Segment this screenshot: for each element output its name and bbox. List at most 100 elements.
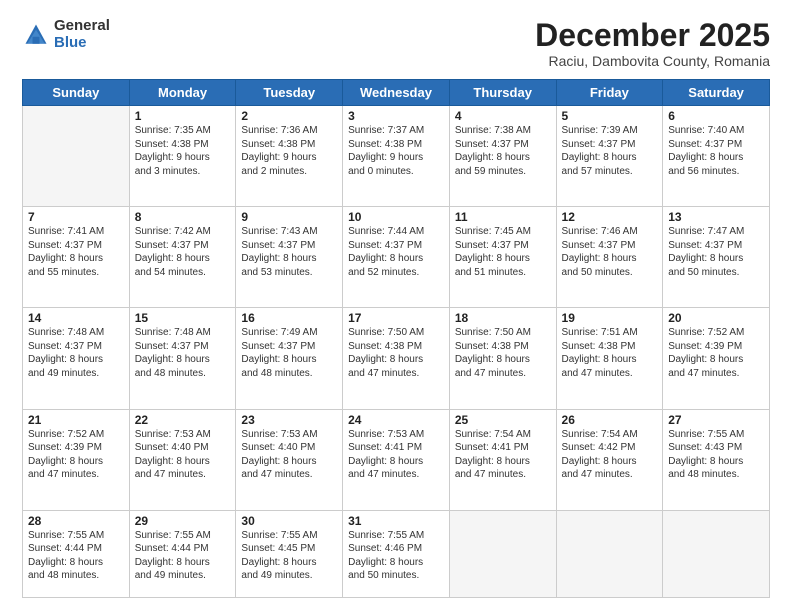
- day-cell: 22Sunrise: 7:53 AM Sunset: 4:40 PM Dayli…: [129, 409, 236, 510]
- day-number: 7: [28, 210, 124, 224]
- day-number: 4: [455, 109, 551, 123]
- page: General Blue December 2025 Raciu, Dambov…: [0, 0, 792, 612]
- day-cell: 25Sunrise: 7:54 AM Sunset: 4:41 PM Dayli…: [449, 409, 556, 510]
- day-info: Sunrise: 7:39 AM Sunset: 4:37 PM Dayligh…: [562, 124, 658, 178]
- day-info: Sunrise: 7:50 AM Sunset: 4:38 PM Dayligh…: [455, 326, 551, 380]
- day-number: 17: [348, 311, 444, 325]
- empty-cell: [23, 106, 130, 207]
- day-info: Sunrise: 7:55 AM Sunset: 4:43 PM Dayligh…: [668, 428, 764, 482]
- logo-text: General Blue: [54, 18, 110, 51]
- day-cell: 2Sunrise: 7:36 AM Sunset: 4:38 PM Daylig…: [236, 106, 343, 207]
- day-header: Monday: [129, 80, 236, 106]
- day-cell: 18Sunrise: 7:50 AM Sunset: 4:38 PM Dayli…: [449, 308, 556, 409]
- day-number: 25: [455, 413, 551, 427]
- day-cell: 12Sunrise: 7:46 AM Sunset: 4:37 PM Dayli…: [556, 207, 663, 308]
- day-cell: 29Sunrise: 7:55 AM Sunset: 4:44 PM Dayli…: [129, 510, 236, 597]
- week-row: 1Sunrise: 7:35 AM Sunset: 4:38 PM Daylig…: [23, 106, 770, 207]
- day-header: Wednesday: [343, 80, 450, 106]
- day-number: 13: [668, 210, 764, 224]
- day-cell: 28Sunrise: 7:55 AM Sunset: 4:44 PM Dayli…: [23, 510, 130, 597]
- day-number: 26: [562, 413, 658, 427]
- day-info: Sunrise: 7:52 AM Sunset: 4:39 PM Dayligh…: [28, 428, 124, 482]
- day-info: Sunrise: 7:49 AM Sunset: 4:37 PM Dayligh…: [241, 326, 337, 380]
- day-info: Sunrise: 7:48 AM Sunset: 4:37 PM Dayligh…: [135, 326, 231, 380]
- day-info: Sunrise: 7:42 AM Sunset: 4:37 PM Dayligh…: [135, 225, 231, 279]
- day-number: 23: [241, 413, 337, 427]
- day-info: Sunrise: 7:51 AM Sunset: 4:38 PM Dayligh…: [562, 326, 658, 380]
- day-info: Sunrise: 7:52 AM Sunset: 4:39 PM Dayligh…: [668, 326, 764, 380]
- calendar: SundayMondayTuesdayWednesdayThursdayFrid…: [22, 79, 770, 598]
- day-header: Friday: [556, 80, 663, 106]
- logo-icon: [22, 21, 50, 49]
- day-info: Sunrise: 7:46 AM Sunset: 4:37 PM Dayligh…: [562, 225, 658, 279]
- day-cell: 3Sunrise: 7:37 AM Sunset: 4:38 PM Daylig…: [343, 106, 450, 207]
- day-number: 20: [668, 311, 764, 325]
- day-cell: 8Sunrise: 7:42 AM Sunset: 4:37 PM Daylig…: [129, 207, 236, 308]
- week-row: 14Sunrise: 7:48 AM Sunset: 4:37 PM Dayli…: [23, 308, 770, 409]
- day-cell: 20Sunrise: 7:52 AM Sunset: 4:39 PM Dayli…: [663, 308, 770, 409]
- day-cell: 15Sunrise: 7:48 AM Sunset: 4:37 PM Dayli…: [129, 308, 236, 409]
- day-info: Sunrise: 7:55 AM Sunset: 4:45 PM Dayligh…: [241, 529, 337, 583]
- day-cell: 1Sunrise: 7:35 AM Sunset: 4:38 PM Daylig…: [129, 106, 236, 207]
- day-info: Sunrise: 7:35 AM Sunset: 4:38 PM Dayligh…: [135, 124, 231, 178]
- day-header: Thursday: [449, 80, 556, 106]
- day-cell: 17Sunrise: 7:50 AM Sunset: 4:38 PM Dayli…: [343, 308, 450, 409]
- day-cell: 16Sunrise: 7:49 AM Sunset: 4:37 PM Dayli…: [236, 308, 343, 409]
- week-row: 7Sunrise: 7:41 AM Sunset: 4:37 PM Daylig…: [23, 207, 770, 308]
- logo-general: General: [54, 18, 110, 35]
- logo: General Blue: [22, 18, 110, 51]
- day-number: 31: [348, 514, 444, 528]
- day-info: Sunrise: 7:54 AM Sunset: 4:41 PM Dayligh…: [455, 428, 551, 482]
- day-number: 19: [562, 311, 658, 325]
- day-header: Saturday: [663, 80, 770, 106]
- day-number: 22: [135, 413, 231, 427]
- day-cell: 31Sunrise: 7:55 AM Sunset: 4:46 PM Dayli…: [343, 510, 450, 597]
- empty-cell: [449, 510, 556, 597]
- day-info: Sunrise: 7:53 AM Sunset: 4:40 PM Dayligh…: [135, 428, 231, 482]
- day-cell: 14Sunrise: 7:48 AM Sunset: 4:37 PM Dayli…: [23, 308, 130, 409]
- day-info: Sunrise: 7:37 AM Sunset: 4:38 PM Dayligh…: [348, 124, 444, 178]
- day-number: 2: [241, 109, 337, 123]
- day-cell: 30Sunrise: 7:55 AM Sunset: 4:45 PM Dayli…: [236, 510, 343, 597]
- day-number: 16: [241, 311, 337, 325]
- day-cell: 13Sunrise: 7:47 AM Sunset: 4:37 PM Dayli…: [663, 207, 770, 308]
- day-cell: 24Sunrise: 7:53 AM Sunset: 4:41 PM Dayli…: [343, 409, 450, 510]
- day-cell: 26Sunrise: 7:54 AM Sunset: 4:42 PM Dayli…: [556, 409, 663, 510]
- day-info: Sunrise: 7:53 AM Sunset: 4:40 PM Dayligh…: [241, 428, 337, 482]
- day-number: 28: [28, 514, 124, 528]
- day-info: Sunrise: 7:53 AM Sunset: 4:41 PM Dayligh…: [348, 428, 444, 482]
- day-cell: 4Sunrise: 7:38 AM Sunset: 4:37 PM Daylig…: [449, 106, 556, 207]
- subtitle: Raciu, Dambovita County, Romania: [535, 53, 770, 69]
- day-info: Sunrise: 7:40 AM Sunset: 4:37 PM Dayligh…: [668, 124, 764, 178]
- day-cell: 27Sunrise: 7:55 AM Sunset: 4:43 PM Dayli…: [663, 409, 770, 510]
- day-header: Tuesday: [236, 80, 343, 106]
- day-number: 27: [668, 413, 764, 427]
- day-number: 15: [135, 311, 231, 325]
- empty-cell: [556, 510, 663, 597]
- day-info: Sunrise: 7:55 AM Sunset: 4:44 PM Dayligh…: [135, 529, 231, 583]
- day-cell: 23Sunrise: 7:53 AM Sunset: 4:40 PM Dayli…: [236, 409, 343, 510]
- day-number: 18: [455, 311, 551, 325]
- day-info: Sunrise: 7:48 AM Sunset: 4:37 PM Dayligh…: [28, 326, 124, 380]
- day-cell: 6Sunrise: 7:40 AM Sunset: 4:37 PM Daylig…: [663, 106, 770, 207]
- day-number: 12: [562, 210, 658, 224]
- day-cell: 11Sunrise: 7:45 AM Sunset: 4:37 PM Dayli…: [449, 207, 556, 308]
- day-info: Sunrise: 7:50 AM Sunset: 4:38 PM Dayligh…: [348, 326, 444, 380]
- day-info: Sunrise: 7:41 AM Sunset: 4:37 PM Dayligh…: [28, 225, 124, 279]
- day-info: Sunrise: 7:55 AM Sunset: 4:44 PM Dayligh…: [28, 529, 124, 583]
- day-cell: 19Sunrise: 7:51 AM Sunset: 4:38 PM Dayli…: [556, 308, 663, 409]
- day-number: 29: [135, 514, 231, 528]
- logo-blue: Blue: [54, 35, 110, 52]
- day-cell: 9Sunrise: 7:43 AM Sunset: 4:37 PM Daylig…: [236, 207, 343, 308]
- day-number: 30: [241, 514, 337, 528]
- day-number: 3: [348, 109, 444, 123]
- day-info: Sunrise: 7:45 AM Sunset: 4:37 PM Dayligh…: [455, 225, 551, 279]
- day-number: 8: [135, 210, 231, 224]
- day-number: 21: [28, 413, 124, 427]
- title-block: December 2025 Raciu, Dambovita County, R…: [535, 18, 770, 69]
- day-info: Sunrise: 7:43 AM Sunset: 4:37 PM Dayligh…: [241, 225, 337, 279]
- day-cell: 21Sunrise: 7:52 AM Sunset: 4:39 PM Dayli…: [23, 409, 130, 510]
- day-info: Sunrise: 7:44 AM Sunset: 4:37 PM Dayligh…: [348, 225, 444, 279]
- day-info: Sunrise: 7:36 AM Sunset: 4:38 PM Dayligh…: [241, 124, 337, 178]
- day-number: 1: [135, 109, 231, 123]
